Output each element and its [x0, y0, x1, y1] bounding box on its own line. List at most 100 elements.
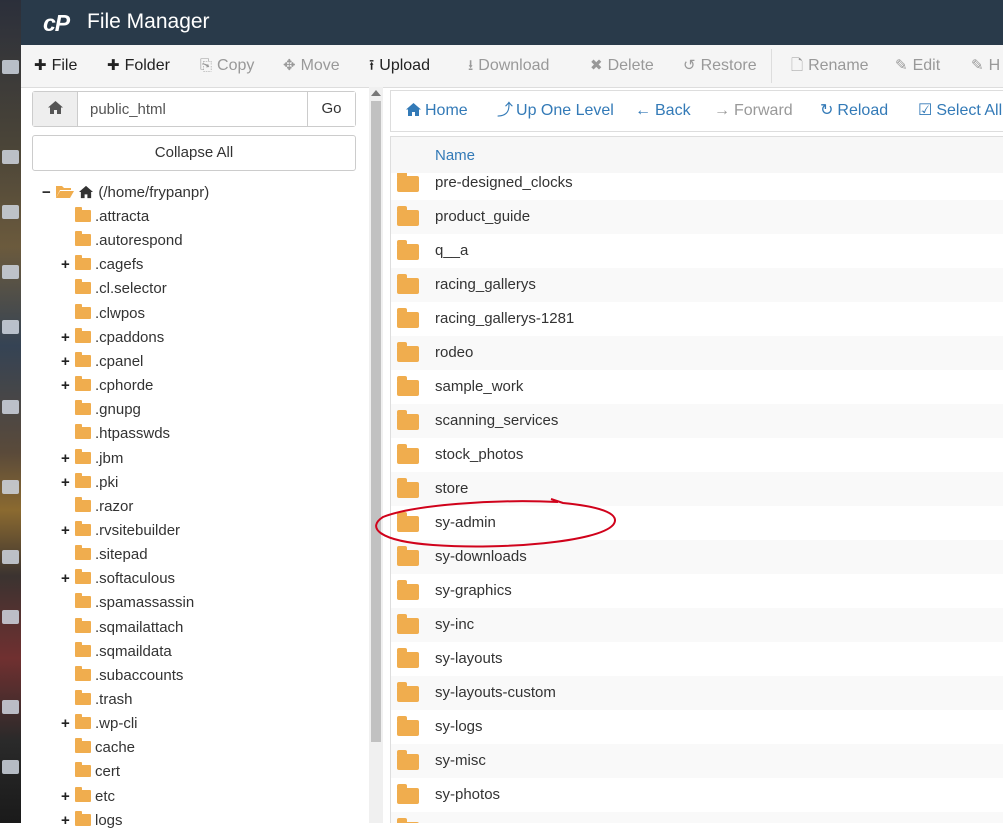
folder-icon [397, 716, 419, 736]
tree-item[interactable]: + .pki [61, 472, 119, 494]
tree-item[interactable]: .gnupg [75, 399, 141, 421]
file-name: sy-graphics [435, 582, 512, 599]
tree-item[interactable]: + .rvsitebuilder [61, 520, 180, 542]
file-row[interactable]: sy-photos [391, 778, 1003, 813]
folder-icon [75, 327, 91, 343]
tree-item[interactable]: cache [75, 737, 135, 759]
file-row[interactable]: rodeo [391, 336, 1003, 371]
forward-button[interactable]: → Forward [714, 91, 793, 131]
file-row[interactable]: sy-logs [391, 710, 1003, 745]
tree-item[interactable]: .htpasswds [75, 423, 170, 445]
tree-item[interactable]: .autorespond [75, 230, 183, 252]
file-name: racing_gallerys-1281 [435, 310, 575, 327]
nav-home-label: Home [425, 102, 468, 119]
tree-item[interactable]: .cl.selector [75, 278, 167, 300]
expand-toggle[interactable]: + [61, 375, 73, 397]
new-folder-button[interactable]: ✚ Folder [107, 45, 170, 87]
move-button[interactable]: ✥ Move [283, 45, 340, 87]
expand-toggle[interactable]: + [61, 327, 73, 349]
nav-home-button[interactable]: Home [405, 91, 468, 131]
tree-item[interactable]: .sqmailattach [75, 617, 183, 639]
expand-toggle[interactable]: + [61, 520, 73, 542]
tree-item[interactable]: + .cpaddons [61, 327, 164, 349]
tree-item[interactable]: + .cagefs [61, 254, 143, 276]
collapse-all-button[interactable]: Collapse All [32, 135, 356, 171]
collapse-toggle[interactable]: − [42, 182, 54, 204]
tree-item[interactable]: cert [75, 761, 120, 783]
new-file-button[interactable]: ✚ File [34, 45, 77, 87]
file-row[interactable]: sy-layouts-custom [391, 676, 1003, 711]
back-label: Back [655, 102, 691, 119]
tree-item-label: .pki [95, 473, 119, 491]
file-row[interactable]: sy-admin [391, 506, 1003, 541]
expand-toggle[interactable]: + [61, 568, 73, 590]
html-editor-button[interactable]: ✎ H [971, 45, 1000, 87]
file-row[interactable]: racing_gallerys [391, 268, 1003, 303]
desktop-icon [2, 205, 19, 219]
scroll-up-arrow-icon[interactable] [371, 90, 381, 96]
folder-icon [397, 750, 419, 770]
delete-button[interactable]: ✖ Delete [590, 45, 654, 87]
up-one-level-button[interactable]: ⤴ Up One Level [497, 91, 614, 131]
name-column-header[interactable]: Name [435, 137, 475, 174]
file-row[interactable]: pre-designed_clocks [391, 173, 1003, 201]
tree-item[interactable]: .razor [75, 496, 133, 518]
file-row[interactable]: store [391, 472, 1003, 507]
file-row[interactable]: sy-inc [391, 608, 1003, 643]
tree-item[interactable]: + .softaculous [61, 568, 175, 590]
tree-item[interactable]: .trash [75, 689, 133, 711]
file-row[interactable]: sample_work [391, 370, 1003, 405]
tree-root[interactable]: − (/home/frypanpr) [42, 182, 209, 204]
tree-item[interactable]: .spamassassin [75, 592, 194, 614]
expand-toggle[interactable]: + [61, 254, 73, 276]
go-button[interactable]: Go [307, 92, 355, 126]
arrow-left-icon: ← [635, 102, 651, 119]
tree-item[interactable]: .subaccounts [75, 665, 183, 687]
select-all-button[interactable]: ☑ Select All [918, 91, 1002, 131]
expand-toggle[interactable]: + [61, 810, 73, 832]
file-row[interactable]: sy-layouts [391, 642, 1003, 677]
file-row[interactable]: stock_photos [391, 438, 1003, 473]
tree-item[interactable]: + .cpanel [61, 351, 143, 373]
file-row[interactable]: product_guide [391, 200, 1003, 235]
expand-toggle[interactable]: + [61, 472, 73, 494]
copy-button[interactable]: ⎘ Copy [200, 45, 254, 87]
file-row[interactable] [391, 812, 1003, 823]
download-button[interactable]: ⭳ Download [468, 45, 549, 87]
download-label: Download [478, 57, 550, 74]
tree-item[interactable]: .attracta [75, 206, 149, 228]
toolbar-divider [771, 49, 772, 83]
restore-button[interactable]: ↺ Restore [683, 45, 757, 87]
file-row[interactable]: q__a [391, 234, 1003, 269]
tree-item[interactable]: + .cphorde [61, 375, 153, 397]
file-row[interactable]: sy-graphics [391, 574, 1003, 609]
tree-item[interactable]: .clwpos [75, 303, 145, 325]
path-input[interactable] [78, 92, 306, 126]
tree-item-label: .wp-cli [95, 715, 138, 733]
back-button[interactable]: ← Back [635, 91, 691, 131]
tree-item[interactable]: + .wp-cli [61, 713, 138, 735]
rename-button[interactable]: 🗋 Rename [791, 45, 869, 87]
file-row[interactable]: sy-misc [391, 744, 1003, 779]
expand-toggle[interactable]: + [61, 713, 73, 735]
left-scrollbar[interactable] [369, 87, 383, 823]
tree-item[interactable]: .sitepad [75, 544, 148, 566]
expand-toggle[interactable]: + [61, 786, 73, 808]
path-home-button[interactable] [33, 92, 78, 126]
tree-item[interactable]: .sqmaildata [75, 641, 172, 663]
file-name: racing_gallerys [435, 276, 536, 293]
edit-button[interactable]: ✎ Edit [895, 45, 940, 87]
file-row[interactable]: sy-downloads [391, 540, 1003, 575]
reload-button[interactable]: ↻ Reload [820, 91, 888, 131]
cpanel-logo[interactable]: cP [43, 10, 70, 37]
copy-label: Copy [217, 57, 255, 74]
tree-item[interactable]: + .jbm [61, 448, 123, 470]
file-row[interactable]: scanning_services [391, 404, 1003, 439]
tree-item[interactable]: + logs [61, 810, 123, 832]
tree-item[interactable]: + etc [61, 786, 115, 808]
upload-button[interactable]: ⭱ Upload [369, 45, 430, 87]
scrollbar-thumb[interactable] [371, 101, 381, 742]
expand-toggle[interactable]: + [61, 351, 73, 373]
expand-toggle[interactable]: + [61, 448, 73, 470]
file-row[interactable]: racing_gallerys-1281 [391, 302, 1003, 337]
